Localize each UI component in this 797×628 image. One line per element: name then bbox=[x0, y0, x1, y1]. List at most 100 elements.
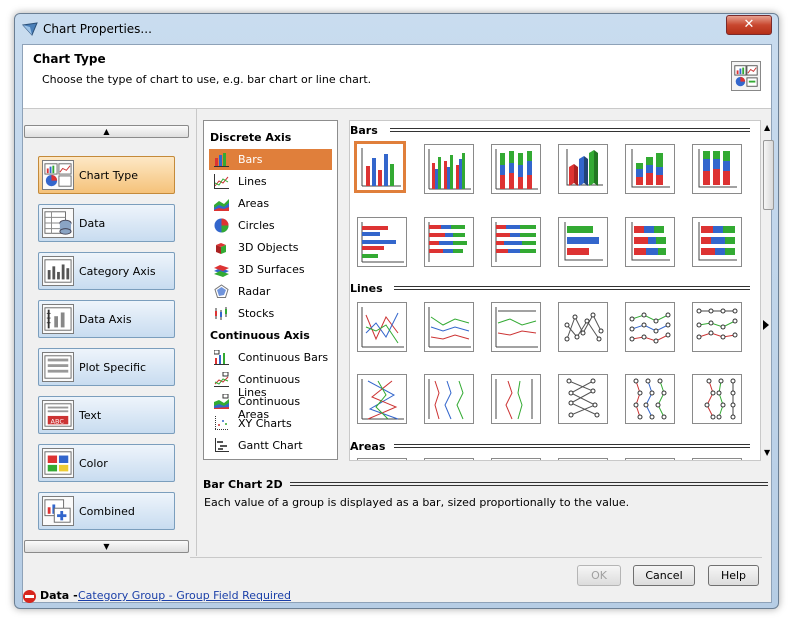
status-link[interactable]: Category Group - Group Field Required bbox=[78, 589, 291, 602]
chart-thumb-bar-grouped[interactable] bbox=[424, 144, 474, 194]
chart-thumb-line-1[interactable] bbox=[357, 302, 407, 352]
chart-thumb-bar-stacked[interactable] bbox=[491, 144, 541, 194]
sidebar: ▲ Chart Type Data Category Axis Data Axi… bbox=[23, 109, 197, 556]
list-item-circles[interactable]: Circles bbox=[209, 215, 332, 236]
help-button[interactable]: Help bbox=[708, 565, 759, 586]
section-label: Lines bbox=[350, 282, 387, 295]
chart-thumb-line-10[interactable] bbox=[558, 374, 608, 424]
chart-thumb-hbar[interactable] bbox=[357, 217, 407, 267]
section-areas: Areas bbox=[350, 440, 750, 454]
sidebar-item-text[interactable]: ABC Text bbox=[38, 396, 175, 434]
list-item-label: Circles bbox=[238, 219, 275, 232]
sidebar-scroll-down-button[interactable]: ▼ bbox=[24, 540, 189, 553]
sidebar-item-plot-specific[interactable]: Plot Specific bbox=[38, 348, 175, 386]
scroll-up-arrow-icon[interactable]: ▲ bbox=[764, 123, 770, 132]
chart-thumb-bar-3d-stacked-2[interactable] bbox=[692, 144, 742, 194]
sidebar-item-label: Data Axis bbox=[79, 313, 132, 326]
chart-thumb-hbar-3d-stacked[interactable] bbox=[625, 217, 675, 267]
list-item-lines[interactable]: Lines bbox=[209, 171, 332, 192]
sidebar-item-data-axis[interactable]: Data Axis bbox=[38, 300, 175, 338]
title-bar[interactable]: Chart Properties... ✕ bbox=[15, 14, 778, 44]
list-item-radar[interactable]: Radar bbox=[209, 281, 332, 302]
chart-thumb-area-4[interactable] bbox=[558, 458, 608, 460]
3d-objects-icon bbox=[216, 243, 226, 254]
line-stacked-icon bbox=[428, 307, 471, 348]
chart-thumb-bar-3d[interactable] bbox=[558, 144, 608, 194]
scrollbar-thumb[interactable] bbox=[763, 140, 774, 210]
horizontal-bar-percent-icon bbox=[495, 222, 536, 262]
chart-thumb-area-3[interactable] bbox=[491, 458, 541, 460]
continuous-lines-icon bbox=[214, 372, 229, 387]
areas-icon bbox=[214, 199, 229, 211]
list-item-label: Continuous Bars bbox=[238, 351, 329, 364]
list-item-gantt-chart[interactable]: Gantt Chart bbox=[209, 435, 332, 456]
chart-thumb-bar-2d[interactable] bbox=[354, 141, 406, 193]
chart-thumb-line-2[interactable] bbox=[424, 302, 474, 352]
chart-thumb-line-5[interactable] bbox=[625, 302, 675, 352]
list-item-continuous-bars[interactable]: Continuous Bars bbox=[209, 347, 332, 368]
list-item-stocks[interactable]: Stocks bbox=[209, 303, 332, 324]
text-icon: ABC bbox=[42, 400, 74, 430]
chart-thumb-line-4[interactable] bbox=[558, 302, 608, 352]
list-item-continuous-areas[interactable]: Continuous Areas bbox=[209, 391, 332, 421]
chart-thumb-hbar-3d-stacked-100[interactable] bbox=[692, 217, 742, 267]
list-item-continuous-lines[interactable]: Continuous Lines bbox=[209, 369, 332, 399]
vertical-line-stacked-icon bbox=[428, 379, 464, 420]
continuous-axis-heading: Continuous Axis bbox=[210, 329, 310, 342]
chart-thumb-line-11[interactable] bbox=[625, 374, 675, 424]
line-markers-stacked-icon bbox=[629, 312, 671, 344]
scroll-down-arrow-icon[interactable]: ▼ bbox=[764, 448, 770, 457]
chart-thumb-bar-3d-stacked[interactable] bbox=[625, 144, 675, 194]
chart-thumb-area-1[interactable] bbox=[357, 458, 407, 460]
list-item-bars[interactable]: Bars bbox=[209, 149, 332, 170]
lines-icon bbox=[214, 174, 229, 189]
sidebar-item-chart-type[interactable]: Chart Type bbox=[38, 156, 175, 194]
section-divider bbox=[390, 128, 750, 132]
chart-thumb-line-12[interactable] bbox=[692, 374, 742, 424]
list-item-3d-surfaces[interactable]: 3D Surfaces bbox=[209, 259, 332, 280]
radar-icon bbox=[214, 284, 229, 298]
chart-thumb-hbar-stacked-100[interactable] bbox=[491, 217, 541, 267]
sidebar-item-label: Text bbox=[79, 409, 102, 422]
sidebar-item-label: Category Axis bbox=[79, 265, 156, 278]
gallery-scrollbar[interactable]: ▲ ▼ bbox=[761, 120, 775, 461]
app-logo-icon bbox=[22, 22, 38, 36]
chart-thumb-line-3[interactable] bbox=[491, 302, 541, 352]
section-divider bbox=[394, 444, 750, 448]
chart-thumb-line-6[interactable] bbox=[692, 302, 742, 352]
chart-thumb-area-5[interactable] bbox=[625, 458, 675, 460]
continuous-areas-icon bbox=[214, 394, 229, 409]
vertical-line-markers-stacked-icon bbox=[633, 378, 667, 420]
data-icon bbox=[42, 208, 74, 238]
bar-stacked-icon bbox=[495, 149, 538, 190]
cancel-button[interactable]: Cancel bbox=[633, 565, 695, 586]
list-item-label: Radar bbox=[238, 285, 271, 298]
horizontal-bar-icon bbox=[361, 222, 404, 263]
close-button[interactable]: ✕ bbox=[726, 15, 772, 35]
sidebar-item-data[interactable]: Data bbox=[38, 204, 175, 242]
list-item-label: Lines bbox=[238, 175, 267, 188]
bars-icon bbox=[214, 153, 229, 167]
sidebar-scroll-up-button[interactable]: ▲ bbox=[24, 125, 189, 138]
ok-button[interactable]: OK bbox=[577, 565, 621, 586]
chart-thumb-line-7[interactable] bbox=[357, 374, 407, 424]
chart-thumb-hbar-3d[interactable] bbox=[558, 217, 608, 267]
sidebar-item-combined[interactable]: Combined bbox=[38, 492, 175, 530]
sidebar-item-category-axis[interactable]: Category Axis bbox=[38, 252, 175, 290]
list-item-xy-charts[interactable]: XY Charts bbox=[209, 413, 332, 434]
list-item-areas[interactable]: Areas bbox=[209, 193, 332, 214]
page-title: Chart Type bbox=[33, 52, 106, 66]
color-icon bbox=[42, 448, 74, 478]
sidebar-item-color[interactable]: Color bbox=[38, 444, 175, 482]
vertical-line-markers-icon bbox=[566, 378, 600, 418]
bar-chart-2d-icon bbox=[361, 148, 401, 187]
chart-thumb-line-9[interactable] bbox=[491, 374, 541, 424]
svg-text:ABC: ABC bbox=[51, 417, 65, 425]
header: Chart Type Choose the type of chart to u… bbox=[23, 45, 771, 109]
chart-thumb-area-6[interactable] bbox=[692, 458, 742, 460]
chart-thumb-area-2[interactable] bbox=[424, 458, 474, 460]
chart-thumb-line-8[interactable] bbox=[424, 374, 474, 424]
list-item-3d-objects[interactable]: 3D Objects bbox=[209, 237, 332, 258]
chart-thumb-hbar-stacked[interactable] bbox=[424, 217, 474, 267]
expand-arrow-icon[interactable] bbox=[763, 320, 769, 330]
